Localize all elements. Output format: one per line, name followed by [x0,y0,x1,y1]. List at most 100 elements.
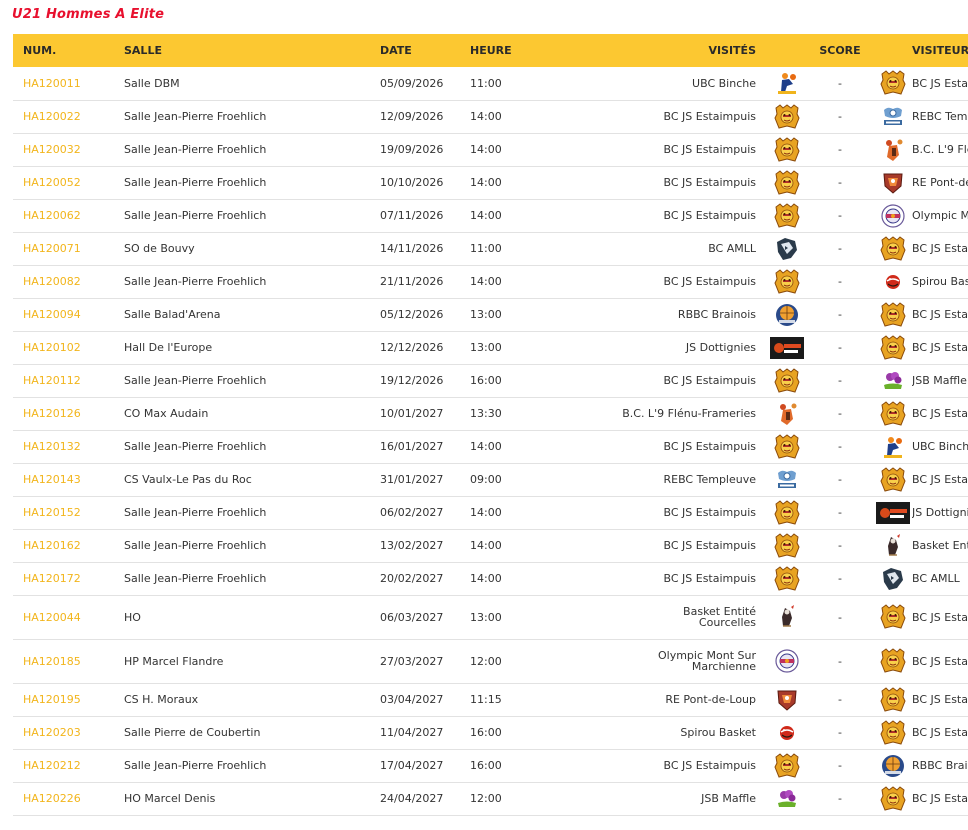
away-team-name: Olympic Mont Sur Marchienne [912,209,968,222]
home-team-name: JS Dottignies [685,341,756,354]
header-score: SCORE [819,44,861,57]
away-team-logo-cell [874,529,912,562]
home-team-logo-cell [768,496,806,529]
match-number-link[interactable]: HA120082 [13,265,124,298]
match-score: - [838,308,842,321]
match-number-link[interactable]: HA120185 [13,639,124,683]
home-team-name: REBC Templeuve [663,473,756,486]
match-time: 11:00 [470,76,502,90]
match-number-link[interactable]: HA120044 [13,595,124,639]
match-number-link[interactable]: HA120052 [13,166,124,199]
match-number-link[interactable]: HA120152 [13,496,124,529]
header-heure: HEURE [470,44,512,57]
home-team: RBBC Brainois [570,298,768,331]
home-team-logo-cell [768,133,806,166]
match-time: 14:00 [470,506,502,519]
match-number-link[interactable]: HA120112 [13,364,124,397]
courcelles-logo-icon [773,604,801,630]
table-row: HA120203 Salle Pierre de Coubertin 11/04/2… [13,716,968,749]
home-team: REBC Templeuve [570,463,768,496]
header-home-logo-spacer [768,34,806,67]
venue: CO Max Audain [124,407,209,420]
match-number-link[interactable]: HA120011 [13,67,124,100]
spirou-logo-icon [879,269,907,295]
match-time: 14:00 [470,572,502,585]
away-team-name: BC JS Estaimpuis [912,341,968,354]
home-team: BC JS Estaimpuis [570,562,768,595]
home-team-logo-cell [768,199,806,232]
venue: HO [124,610,141,624]
estaimpuis-lion-logo-icon [773,268,801,295]
match-number-link[interactable]: HA120071 [13,232,124,265]
home-team: JS Dottignies [570,331,768,364]
home-team-logo-cell [768,100,806,133]
match-score: - [838,76,842,90]
away-team-name: BC JS Estaimpuis [912,792,968,805]
match-date: 19/12/2026 [380,374,444,387]
flenu-logo-icon [773,401,801,427]
match-number-link[interactable]: HA120062 [13,199,124,232]
home-team: Spirou Basket [570,716,768,749]
match-number-link[interactable]: HA120226 [13,782,124,815]
away-team-name: Basket Entité Courcelles [912,539,968,552]
match-number-link[interactable]: HA120195 [13,683,124,716]
away-team-logo-cell [874,166,912,199]
match-number-link[interactable]: HA120126 [13,397,124,430]
away-team-logo-cell [874,67,912,100]
match-number-link[interactable]: HA120203 [13,716,124,749]
away-team-logo-cell [874,232,912,265]
home-team-logo-cell [768,639,806,683]
match-number-link[interactable]: HA120102 [13,331,124,364]
maffle-logo-icon [879,368,907,394]
home-team-logo-cell [768,782,806,815]
match-number-link[interactable]: HA120172 [13,562,124,595]
away-team-logo-cell [874,463,912,496]
home-team: RE Pont-de-Loup [570,683,768,716]
match-number-link[interactable]: HA120094 [13,298,124,331]
home-team-logo-cell [768,562,806,595]
away-team-name: BC AMLL [912,572,960,585]
venue: Salle DBM [124,76,180,90]
schedule-rows: HA120011 Salle DBM 05/09/2026 11:00 UBC Binc… [13,67,968,815]
table-row: HA120112 Salle Jean-Pierre Froehlich 19/12… [13,364,968,397]
estaimpuis-lion-logo-icon [879,400,907,427]
match-number-link[interactable]: HA120212 [13,749,124,782]
away-team-logo-cell [874,331,912,364]
venue: CS Vaulx-Le Pas du Roc [124,473,252,486]
match-score: - [838,209,842,222]
venue: SO de Bouvy [124,242,195,255]
header-num: NUM. [23,44,57,57]
table-row: HA120172 Salle Jean-Pierre Froehlich 20/02… [13,562,968,595]
estaimpuis-lion-logo-icon [773,136,801,163]
estaimpuis-lion-logo-icon [773,565,801,592]
away-team-logo-cell [874,782,912,815]
away-team-logo-cell [874,595,912,639]
home-team: BC JS Estaimpuis [570,166,768,199]
match-score: - [838,407,842,420]
home-team-name: BC JS Estaimpuis [663,209,756,222]
estaimpuis-lion-logo-icon [773,103,801,130]
match-date: 13/02/2027 [380,539,444,552]
home-team-name: RBBC Brainois [677,308,756,321]
match-number-link[interactable]: HA120132 [13,430,124,463]
match-number-link[interactable]: HA120162 [13,529,124,562]
header-visites: VISITÉS [708,44,756,57]
match-time: 12:00 [470,792,502,805]
home-team-name: BC JS Estaimpuis [663,506,756,519]
table-row: HA120011 Salle DBM 05/09/2026 11:00 UBC Binc… [13,67,968,100]
home-team-name: BC JS Estaimpuis [663,759,756,772]
match-date: 05/09/2026 [380,76,444,90]
match-number-link[interactable]: HA120143 [13,463,124,496]
match-date: 27/03/2027 [380,654,444,668]
match-number-link[interactable]: HA120022 [13,100,124,133]
estaimpuis-lion-logo-icon [773,532,801,559]
match-number-link[interactable]: HA120032 [13,133,124,166]
match-score: - [838,473,842,486]
home-team-name: BC AMLL [708,242,756,255]
home-team-logo-cell [768,331,806,364]
home-team-name: BC JS Estaimpuis [663,275,756,288]
match-time: 11:00 [470,242,502,255]
match-score: - [838,693,842,706]
venue: Salle Jean-Pierre Froehlich [124,209,267,222]
match-time: 14:00 [470,110,502,123]
